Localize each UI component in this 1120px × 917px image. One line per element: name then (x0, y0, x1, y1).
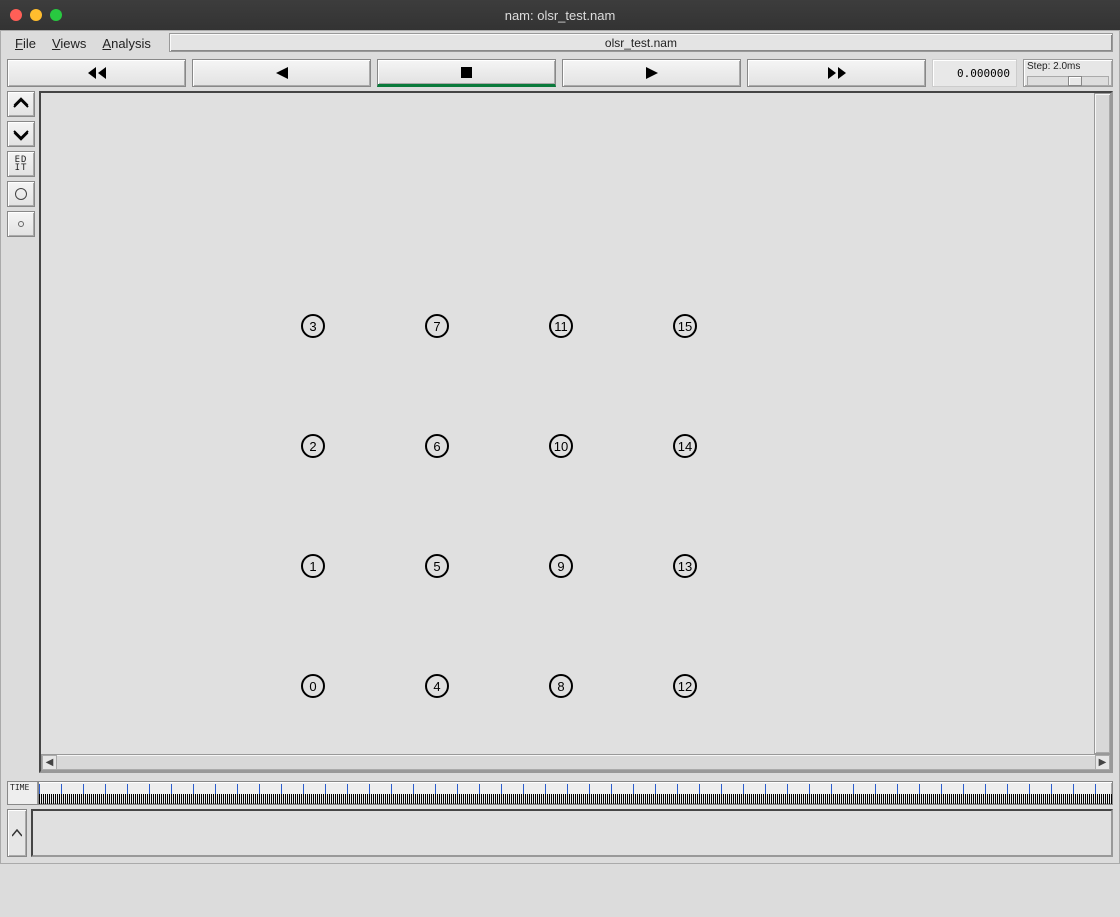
minimize-icon[interactable] (30, 9, 42, 21)
menu-file[interactable]: File (7, 33, 44, 53)
step-back-button[interactable] (192, 59, 371, 87)
scroll-left-icon[interactable]: ◀ (42, 755, 57, 770)
node-11[interactable]: 11 (549, 314, 573, 338)
horizontal-scrollbar[interactable]: ◀ ▶ (41, 754, 1111, 771)
log-pane[interactable] (31, 809, 1113, 857)
titlebar: nam: olsr_test.nam (0, 0, 1120, 30)
stop-icon (461, 67, 472, 78)
node-6[interactable]: 6 (425, 434, 449, 458)
menubar: File Views Analysis olsr_test.nam (1, 31, 1119, 55)
step-slider-thumb[interactable] (1068, 76, 1082, 86)
edit-button[interactable]: ED IT (7, 151, 35, 177)
node-13[interactable]: 13 (673, 554, 697, 578)
step-label: Step: 2.0ms (1027, 61, 1109, 72)
node-15[interactable]: 15 (673, 314, 697, 338)
fast-forward-button[interactable] (747, 59, 926, 87)
node-1[interactable]: 1 (301, 554, 325, 578)
canvas-frame: 3711152610141591304812 ◀ ▶ (39, 91, 1113, 773)
arrow-down-icon (12, 127, 30, 141)
bottom-tool-button[interactable] (7, 809, 27, 857)
network-canvas[interactable]: 3711152610141591304812 (41, 93, 1094, 754)
node-10[interactable]: 10 (549, 434, 573, 458)
scroll-right-icon[interactable]: ▶ (1095, 755, 1110, 770)
circle-small-button[interactable] (7, 211, 35, 237)
window-controls (10, 9, 62, 21)
timeline-label: TIME (8, 782, 38, 804)
node-14[interactable]: 14 (673, 434, 697, 458)
node-9[interactable]: 9 (549, 554, 573, 578)
zoom-icon[interactable] (50, 9, 62, 21)
circle-big-button[interactable] (7, 181, 35, 207)
left-toolbar: ED IT (7, 91, 35, 773)
circle-icon (15, 188, 27, 200)
app-frame: File Views Analysis olsr_test.nam 0.0000… (0, 30, 1120, 864)
main-row: ED IT 3711152610141591304812 ◀ ▶ (1, 91, 1119, 777)
canvas-wrap: 3711152610141591304812 ◀ ▶ (39, 91, 1113, 773)
node-7[interactable]: 7 (425, 314, 449, 338)
time-display: 0.000000 (932, 59, 1017, 87)
node-8[interactable]: 8 (549, 674, 573, 698)
zoom-out-button[interactable] (7, 91, 35, 117)
node-5[interactable]: 5 (425, 554, 449, 578)
forward-icon (828, 67, 846, 79)
timeline-ticks[interactable] (38, 782, 1112, 804)
close-icon[interactable] (10, 9, 22, 21)
node-3[interactable]: 3 (301, 314, 325, 338)
node-0[interactable]: 0 (301, 674, 325, 698)
playback-toolbar: 0.000000 Step: 2.0ms (1, 55, 1119, 91)
vertical-scrollbar[interactable] (1094, 93, 1111, 754)
play-icon (646, 67, 658, 79)
node-4[interactable]: 4 (425, 674, 449, 698)
timeline[interactable]: TIME (7, 781, 1113, 805)
chevron-up-icon (12, 829, 22, 837)
menu-analysis[interactable]: Analysis (94, 33, 158, 53)
play-button[interactable] (562, 59, 741, 87)
bottom-row (1, 809, 1119, 863)
step-control[interactable]: Step: 2.0ms (1023, 59, 1113, 87)
arrow-up-icon (12, 97, 30, 111)
window-title: nam: olsr_test.nam (505, 8, 616, 23)
rewind-button[interactable] (7, 59, 186, 87)
zoom-in-button[interactable] (7, 121, 35, 147)
menu-views[interactable]: Views (44, 33, 94, 53)
stop-button[interactable] (377, 59, 556, 87)
step-slider[interactable] (1027, 76, 1109, 86)
back-icon (276, 67, 288, 79)
node-12[interactable]: 12 (673, 674, 697, 698)
rewind-icon (88, 67, 106, 79)
filename-label: olsr_test.nam (169, 33, 1113, 52)
node-2[interactable]: 2 (301, 434, 325, 458)
small-circle-icon (18, 221, 24, 227)
